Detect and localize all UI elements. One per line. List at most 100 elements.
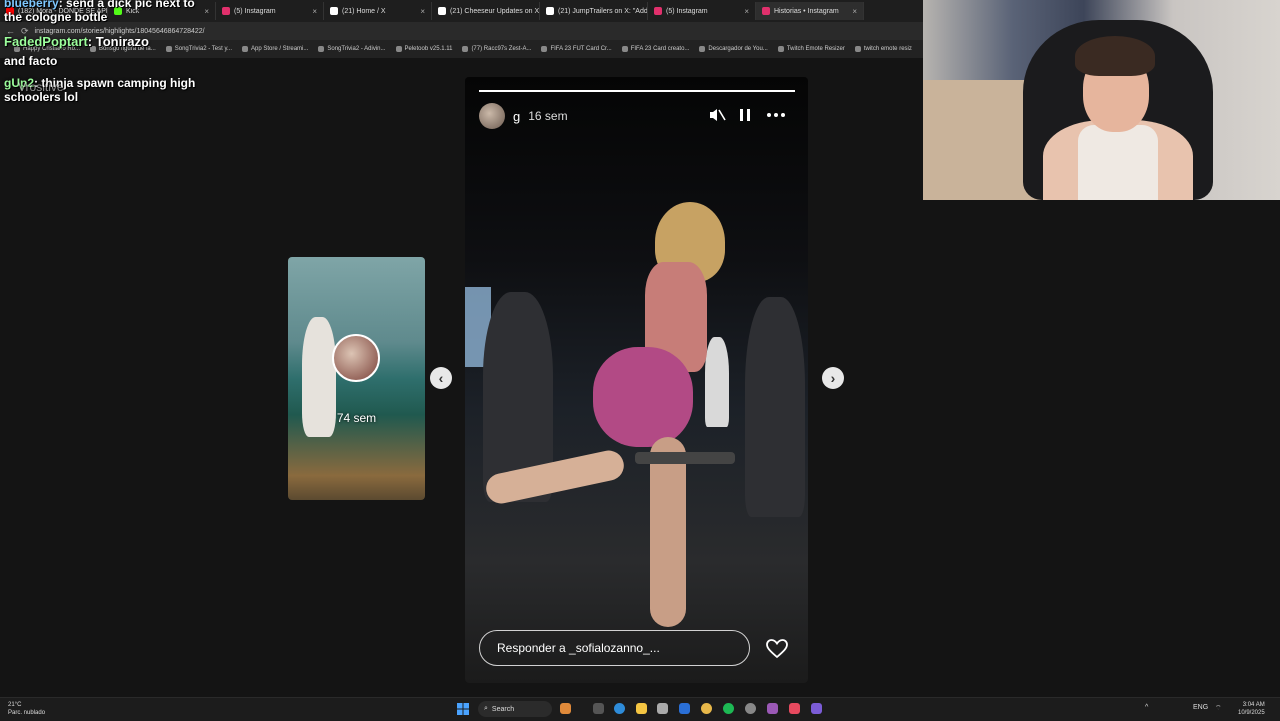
- windows-start-icon[interactable]: [457, 703, 469, 718]
- story-username[interactable]: g: [513, 109, 520, 124]
- bookmark-favicon-icon: [621, 46, 628, 52]
- avatar[interactable]: [479, 103, 505, 129]
- chat-message: blueberry: send a dick pic next to the c…: [4, 0, 204, 24]
- close-tab-icon[interactable]: ×: [420, 7, 425, 16]
- previous-story-thumbnail[interactable]: 74 sem: [288, 257, 425, 500]
- close-tab-icon[interactable]: ×: [204, 7, 209, 16]
- bookmark-label: FIFA 23 FUT Card Cr...: [550, 46, 612, 52]
- bookmark-favicon-icon: [242, 46, 248, 52]
- bookmark-label: App Store / Streami...: [251, 46, 309, 52]
- music-icon[interactable]: [789, 703, 800, 714]
- tab-favicon-icon: [438, 7, 446, 15]
- chrome-icon[interactable]: [701, 703, 712, 714]
- weather-widget[interactable]: 21°C Parc. nublado: [8, 701, 45, 717]
- story-photo-figure: [593, 347, 693, 447]
- story-photo-figure: [650, 437, 686, 627]
- muted-speaker-icon[interactable]: [708, 107, 726, 127]
- close-tab-icon[interactable]: ×: [312, 7, 317, 16]
- tab-label: Historias • Instagram: [774, 7, 839, 15]
- story-photo-detail: [635, 452, 735, 464]
- bookmark-item[interactable]: (77) Racc97s Zest-A...: [462, 46, 531, 52]
- bookmark-favicon-icon: [318, 46, 325, 52]
- browser-tab[interactable]: (21) Cheeseur Updates on X: "C...×: [432, 2, 540, 20]
- bookmark-favicon-icon: [462, 46, 469, 52]
- twitch-icon[interactable]: [811, 703, 822, 714]
- bookmark-item[interactable]: SongTrivia2 - Adivin...: [318, 46, 386, 52]
- chat-message: and facto: [4, 54, 57, 68]
- bookmark-item[interactable]: Descargador de You...: [699, 46, 768, 52]
- bookmark-item[interactable]: FIFA 23 Card creato...: [621, 46, 689, 52]
- story-progress-bar: [479, 90, 795, 92]
- browser-tab[interactable]: (5) Instagram ×: [216, 2, 324, 20]
- heart-icon[interactable]: [766, 639, 788, 662]
- bookmark-favicon-icon: [541, 46, 548, 52]
- tab-label: (5) Instagram: [234, 7, 276, 15]
- bookmark-item[interactable]: App Store / Streami...: [242, 46, 308, 52]
- avatar: [332, 334, 380, 382]
- bookmark-item[interactable]: twitch emote resiz: [854, 46, 912, 52]
- story-photo-figure: [705, 337, 729, 427]
- clock-time: 3:04 AM: [1242, 702, 1265, 708]
- bookmark-label: (77) Racc97s Zest-A...: [471, 46, 532, 52]
- chat-text: : Tonirazo: [87, 34, 149, 49]
- bookmark-favicon-icon: [395, 46, 402, 52]
- windows-taskbar: 21°C Parc. nublado ⌕ Search ^ ENG ⌔ 3:04…: [0, 697, 1280, 721]
- story-progress-fill: [479, 90, 795, 92]
- weather-temp: 21°C: [8, 702, 22, 708]
- weather-desc: Parc. nublado: [8, 710, 46, 716]
- taskbar-search[interactable]: ⌕ Search: [478, 701, 552, 717]
- discord-icon[interactable]: [767, 703, 778, 714]
- chat-text: and facto: [4, 54, 58, 68]
- bookmark-favicon-icon: [777, 46, 784, 52]
- bookmark-label: Peletoob v25.1.11: [404, 46, 453, 52]
- obs-icon[interactable]: [745, 703, 756, 714]
- mail-icon[interactable]: [679, 703, 690, 714]
- bookmark-label: SongTrivia2 - Adivin...: [327, 46, 386, 52]
- tab-label: (21) Home / X: [342, 7, 386, 15]
- next-story-arrow-icon[interactable]: ›: [822, 367, 844, 389]
- bookmark-label: Descargador de You...: [708, 46, 768, 52]
- tab-label: (21) JumpTrailers on X: "Addic...: [558, 7, 648, 15]
- system-clock[interactable]: 3:04 AM 10/9/2025: [1238, 701, 1265, 717]
- browser-tab[interactable]: (21) Home / X ×: [324, 2, 432, 20]
- bookmark-favicon-icon: [854, 46, 861, 52]
- spotify-icon[interactable]: [723, 703, 734, 714]
- story-viewer[interactable]: g 16 sem Responder a _sofialozanno_...: [465, 77, 808, 683]
- bookmark-item[interactable]: FIFA 23 FUT Card Cr...: [541, 46, 612, 52]
- bookmark-item[interactable]: Peletoob v25.1.11: [395, 46, 453, 52]
- edge-icon[interactable]: [614, 703, 625, 714]
- app-icon[interactable]: [560, 703, 571, 714]
- bookmark-label: twitch emote resiz: [863, 46, 912, 52]
- wifi-icon[interactable]: ⌔: [1215, 704, 1222, 713]
- pause-icon[interactable]: [738, 107, 752, 127]
- search-label: Search: [491, 705, 515, 713]
- previous-story-arrow-icon[interactable]: ‹: [430, 367, 452, 389]
- browser-tab[interactable]: (5) Instagram ×: [648, 2, 756, 20]
- tray-chevron-icon[interactable]: ^: [1145, 704, 1148, 711]
- clock-date: 10/9/2025: [1238, 710, 1265, 716]
- file-explorer-icon[interactable]: [636, 703, 647, 714]
- bookmark-item[interactable]: SongTrivia2 - Test y...: [165, 46, 232, 52]
- language-indicator[interactable]: ENG: [1193, 704, 1208, 711]
- previous-story-time: 74 sem: [336, 411, 377, 425]
- close-tab-icon[interactable]: ×: [744, 7, 749, 16]
- more-icon[interactable]: [766, 107, 786, 127]
- tab-favicon-icon: [762, 7, 770, 15]
- chat-overlap-text: Vrositive: [18, 80, 64, 94]
- reply-input[interactable]: Responder a _sofialozanno_...: [479, 630, 750, 666]
- chat-username: FadedPoptart: [4, 34, 88, 49]
- story-header: g 16 sem: [479, 103, 568, 129]
- bookmark-label: SongTrivia2 - Test y...: [174, 46, 232, 52]
- browser-tab[interactable]: (21) JumpTrailers on X: "Addic...×: [540, 2, 648, 20]
- store-icon[interactable]: [657, 703, 668, 714]
- bookmark-favicon-icon: [699, 46, 706, 52]
- webcam-person: [1075, 36, 1155, 76]
- tab-label: (21) Cheeseur Updates on X: "C...: [450, 7, 540, 15]
- close-tab-icon[interactable]: ×: [852, 7, 857, 16]
- search-icon: ⌕: [484, 705, 488, 712]
- story-time: 16 sem: [528, 109, 568, 123]
- bookmark-item[interactable]: Twitch Emote Resizer: [777, 46, 845, 52]
- story-photo-figure: [745, 297, 805, 517]
- task-view-icon[interactable]: [593, 703, 604, 714]
- browser-tab[interactable]: Historias • Instagram ×: [756, 2, 864, 20]
